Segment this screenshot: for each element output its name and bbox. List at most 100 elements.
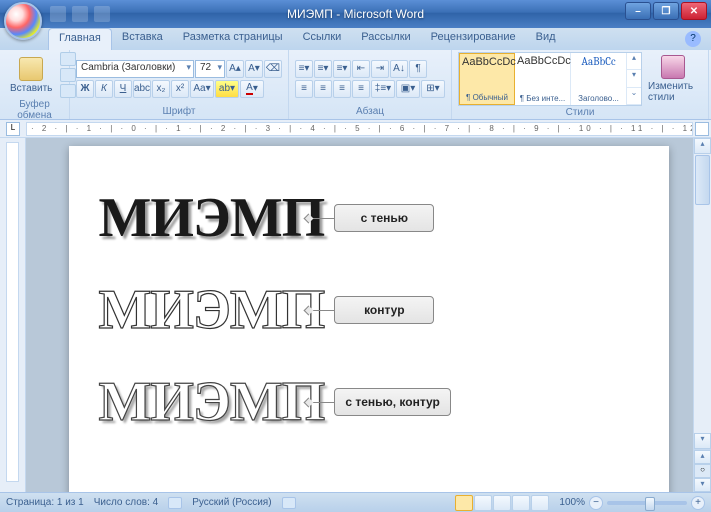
- borders-button[interactable]: ⊞▾: [421, 80, 445, 98]
- tab-mailings[interactable]: Рассылки: [351, 28, 420, 50]
- status-macro[interactable]: [282, 497, 296, 509]
- outdent-button[interactable]: ⇤: [352, 60, 370, 78]
- group-label-paragraph: Абзац: [295, 105, 445, 119]
- ruler-toggle-icon[interactable]: [695, 122, 709, 136]
- zoom-control: 100% − +: [559, 496, 705, 510]
- status-bar: Страница: 1 из 1 Число слов: 4 Русский (…: [0, 492, 711, 512]
- paste-label: Вставить: [10, 83, 52, 94]
- bullets-button[interactable]: ≡▾: [295, 60, 313, 78]
- group-paragraph: ≡▾ ≡▾ ≡▾ ⇤ ⇥ A↓ ¶ ≡ ≡ ≡ ≡ ‡≡▾ ▣▾ ⊞▾: [289, 50, 452, 119]
- close-button[interactable]: ✕: [681, 2, 707, 20]
- ruler-bar: L · 2 · | · 1 · | · 0 · | · 1 · | · 2 · …: [0, 120, 711, 138]
- align-center-button[interactable]: ≡: [314, 80, 332, 98]
- sort-button[interactable]: A↓: [390, 60, 408, 78]
- grow-font-button[interactable]: A▴: [226, 60, 244, 78]
- callout-both[interactable]: с тенью, контур: [334, 388, 451, 416]
- browse-select-icon[interactable]: ○: [694, 464, 711, 478]
- align-left-button[interactable]: ≡: [295, 80, 313, 98]
- zoom-slider[interactable]: [607, 501, 687, 505]
- office-button[interactable]: [4, 2, 42, 40]
- gallery-scroll[interactable]: ▴▾⌄: [627, 53, 641, 105]
- zoom-in-button[interactable]: +: [691, 496, 705, 510]
- draft-view[interactable]: [531, 495, 549, 511]
- clear-format-button[interactable]: ⌫: [264, 60, 282, 78]
- font-size-combo[interactable]: 72: [195, 60, 225, 78]
- view-buttons: [455, 495, 549, 511]
- line-spacing-button[interactable]: ‡≡▾: [371, 80, 395, 98]
- tab-references[interactable]: Ссылки: [293, 28, 352, 50]
- browse-object: ▴ ○ ▾: [694, 449, 711, 492]
- redo-icon[interactable]: [94, 6, 110, 22]
- font-name-combo[interactable]: Cambria (Заголовки): [76, 60, 194, 78]
- change-styles-label: Изменить стили: [648, 81, 698, 103]
- shrink-font-button[interactable]: A▾: [245, 60, 263, 78]
- numbering-button[interactable]: ≡▾: [314, 60, 332, 78]
- save-icon[interactable]: [50, 6, 66, 22]
- style-normal[interactable]: AaBbCcDc ¶ Обычный: [459, 53, 515, 105]
- indent-button[interactable]: ⇥: [371, 60, 389, 78]
- callout-outline[interactable]: контур: [334, 296, 434, 324]
- justify-button[interactable]: ≡: [352, 80, 370, 98]
- maximize-button[interactable]: ❐: [653, 2, 679, 20]
- shading-button[interactable]: ▣▾: [396, 80, 420, 98]
- italic-button[interactable]: К: [95, 80, 113, 98]
- highlight-button[interactable]: ab▾: [215, 80, 239, 98]
- tab-review[interactable]: Рецензирование: [421, 28, 526, 50]
- multilevel-button[interactable]: ≡▾: [333, 60, 351, 78]
- sample-outline[interactable]: МИЭМП: [99, 278, 325, 342]
- status-page[interactable]: Страница: 1 из 1: [6, 497, 84, 508]
- tab-layout[interactable]: Разметка страницы: [173, 28, 293, 50]
- window-title: МИЭМП - Microsoft Word: [287, 7, 424, 21]
- undo-icon[interactable]: [72, 6, 88, 22]
- paste-icon: [19, 57, 43, 81]
- help-icon[interactable]: ?: [685, 31, 701, 47]
- font-color-button[interactable]: A▾: [240, 80, 264, 98]
- sample-shadow[interactable]: МИЭМП: [99, 186, 325, 250]
- tab-insert[interactable]: Вставка: [112, 28, 173, 50]
- page[interactable]: МИЭМП с тенью МИЭМП контур МИЭМП с тенью…: [69, 146, 669, 492]
- group-label-font: Шрифт: [76, 105, 282, 119]
- align-right-button[interactable]: ≡: [333, 80, 351, 98]
- ribbon-tabs: Главная Вставка Разметка страницы Ссылки…: [0, 28, 711, 50]
- callout-shadow[interactable]: с тенью: [334, 204, 434, 232]
- zoom-level[interactable]: 100%: [559, 497, 585, 508]
- print-layout-view[interactable]: [455, 495, 473, 511]
- scroll-thumb[interactable]: [695, 155, 710, 205]
- status-language[interactable]: Русский (Россия): [192, 497, 271, 508]
- vertical-ruler[interactable]: [0, 138, 26, 492]
- prev-page-icon[interactable]: ▴: [694, 450, 711, 464]
- horizontal-ruler[interactable]: · 2 · | · 1 · | · 0 · | · 1 · | · 2 · | …: [26, 122, 693, 136]
- change-styles-icon: [661, 55, 685, 79]
- styles-gallery[interactable]: AaBbCcDc ¶ Обычный AaBbCcDc ¶ Без инте..…: [458, 52, 642, 106]
- sample-shadow-outline[interactable]: МИЭМП: [99, 370, 325, 434]
- vertical-scrollbar[interactable]: ▴ ▾ ▴ ○ ▾: [693, 138, 711, 492]
- full-screen-view[interactable]: [474, 495, 492, 511]
- paste-button[interactable]: Вставить: [6, 55, 56, 96]
- strike-button[interactable]: abc: [133, 80, 151, 98]
- show-marks-button[interactable]: ¶: [409, 60, 427, 78]
- web-layout-view[interactable]: [493, 495, 511, 511]
- change-case-button[interactable]: Aa▾: [190, 80, 214, 98]
- style-no-spacing[interactable]: AaBbCcDc ¶ Без инте...: [515, 53, 571, 105]
- tab-view[interactable]: Вид: [526, 28, 566, 50]
- quick-access-toolbar: [50, 6, 110, 22]
- tab-home[interactable]: Главная: [48, 28, 112, 50]
- status-proofing[interactable]: [168, 497, 182, 509]
- superscript-button[interactable]: x²: [171, 80, 189, 98]
- scroll-up-icon[interactable]: ▴: [694, 138, 711, 154]
- tab-selector[interactable]: L: [6, 122, 20, 136]
- minimize-button[interactable]: –: [625, 2, 651, 20]
- group-label-styles: Стили: [458, 106, 702, 120]
- zoom-out-button[interactable]: −: [589, 496, 603, 510]
- change-styles-button[interactable]: Изменить стили: [644, 53, 702, 105]
- bold-button[interactable]: Ж: [76, 80, 94, 98]
- style-heading1[interactable]: AaBbCc Заголово...: [571, 53, 627, 105]
- outline-view[interactable]: [512, 495, 530, 511]
- next-page-icon[interactable]: ▾: [694, 478, 711, 492]
- group-font: Cambria (Заголовки) 72 A▴ A▾ ⌫ Ж К Ч abc…: [70, 50, 289, 119]
- scroll-down-icon[interactable]: ▾: [694, 433, 711, 449]
- page-viewport[interactable]: МИЭМП с тенью МИЭМП контур МИЭМП с тенью…: [26, 138, 711, 492]
- status-words[interactable]: Число слов: 4: [94, 497, 158, 508]
- underline-button[interactable]: Ч: [114, 80, 132, 98]
- subscript-button[interactable]: x₂: [152, 80, 170, 98]
